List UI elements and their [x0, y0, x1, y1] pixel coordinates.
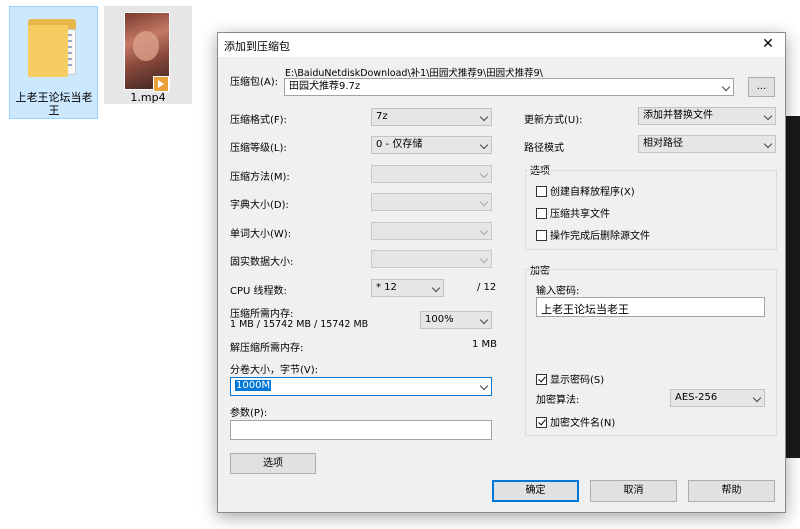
show-password-label: 显示密码(S) — [550, 375, 605, 386]
cpu-threads-max: / 12 — [477, 282, 497, 293]
params-input[interactable] — [230, 420, 492, 440]
encrypt-names-label: 加密文件名(N) — [550, 418, 616, 429]
background-window-edge — [786, 116, 800, 458]
add-to-archive-dialog: 添加到压缩包 ✕ 压缩包(A): E:\BaiduNetdiskDownload… — [217, 32, 786, 513]
password-input[interactable]: 上老王论坛当老王 — [536, 297, 765, 317]
shared-files-label: 压缩共享文件 — [550, 209, 610, 220]
level-label: 压缩等级(L): — [230, 143, 287, 154]
password-value: 上老王论坛当老王 — [541, 303, 629, 316]
title-bar[interactable]: 添加到压缩包 ✕ — [218, 33, 785, 57]
chevron-down-icon — [752, 393, 762, 403]
desktop-video-file[interactable]: 1.mp4 — [104, 6, 192, 104]
encrypt-names-checkbox[interactable]: 加密文件名(N) — [536, 414, 615, 429]
cpu-threads-value: * 12 — [376, 282, 397, 293]
path-mode-value: 相对路径 — [643, 138, 683, 149]
volume-value: 1000M — [235, 380, 272, 391]
decompress-memory-label: 解压缩所需内存: — [230, 343, 304, 354]
archive-label: 压缩包(A): — [230, 77, 279, 88]
solid-size-select[interactable] — [371, 250, 492, 268]
checkbox-box — [536, 417, 547, 428]
options-button[interactable]: 选项 — [230, 453, 316, 474]
show-password-checkbox[interactable]: 显示密码(S) — [536, 371, 604, 386]
algorithm-label: 加密算法: — [536, 395, 580, 406]
update-mode-select[interactable]: 添加并替换文件 — [638, 107, 776, 125]
sfx-checkbox[interactable]: 创建自释放程序(X) — [536, 183, 635, 198]
archive-path: E:\BaiduNetdiskDownload\补1\田园犬推荐9\田园犬推荐9… — [285, 68, 543, 79]
chevron-down-icon — [479, 315, 489, 325]
path-mode-label: 路径模式 — [524, 143, 564, 154]
ok-button[interactable]: 确定 — [492, 480, 579, 502]
browse-button[interactable]: ... — [748, 77, 775, 97]
format-value: 7z — [376, 111, 388, 122]
delete-after-label: 操作完成后删除源文件 — [550, 231, 650, 242]
method-select[interactable] — [371, 165, 492, 183]
dict-size-label: 字典大小(D): — [230, 200, 289, 211]
checkbox-box — [536, 208, 547, 219]
chevron-down-icon — [479, 254, 489, 264]
password-label: 输入密码: — [536, 286, 580, 297]
archive-name-value: 田园犬推荐9.7z — [289, 81, 361, 92]
path-mode-select[interactable]: 相对路径 — [638, 135, 776, 153]
desktop-video-label: 1.mp4 — [130, 91, 166, 104]
help-button[interactable]: 帮助 — [688, 480, 775, 502]
compress-memory-label: 压缩所需内存: — [230, 309, 294, 320]
chevron-down-icon — [479, 112, 489, 122]
word-size-label: 单词大小(W): — [230, 229, 292, 240]
params-label: 参数(P): — [230, 408, 268, 419]
chevron-down-icon — [479, 169, 489, 179]
format-label: 压缩格式(F): — [230, 115, 287, 126]
word-size-select[interactable] — [371, 222, 492, 240]
chevron-down-icon — [479, 381, 489, 391]
checkbox-box — [536, 230, 547, 241]
solid-size-label: 固实数据大小: — [230, 257, 294, 268]
folder-icon — [24, 15, 80, 81]
chevron-down-icon — [721, 82, 731, 92]
desktop-folder-label: 上老王论坛当老王 — [15, 91, 93, 117]
method-label: 压缩方法(M): — [230, 172, 290, 183]
play-badge-icon — [153, 76, 169, 92]
shared-files-checkbox[interactable]: 压缩共享文件 — [536, 205, 610, 220]
memory-percent-value: 100% — [425, 314, 454, 325]
dialog-title: 添加到压缩包 — [224, 40, 290, 53]
decompress-memory-value: 1 MB — [472, 339, 498, 350]
close-button[interactable]: ✕ — [751, 33, 785, 55]
cpu-threads-label: CPU 线程数: — [230, 286, 287, 297]
chevron-down-icon — [763, 111, 773, 121]
desktop-folder[interactable]: 上老王论坛当老王 — [9, 6, 98, 119]
cancel-button[interactable]: 取消 — [590, 480, 677, 502]
volume-label: 分卷大小，字节(V): — [230, 365, 319, 376]
chevron-down-icon — [479, 197, 489, 207]
memory-percent-select[interactable]: 100% — [420, 311, 492, 329]
delete-after-checkbox[interactable]: 操作完成后删除源文件 — [536, 227, 650, 242]
chevron-down-icon — [431, 283, 441, 293]
compress-memory-value: 1 MB / 15742 MB / 15742 MB — [230, 319, 369, 330]
cpu-threads-select[interactable]: * 12 — [371, 279, 444, 297]
update-mode-value: 添加并替换文件 — [643, 110, 713, 121]
chevron-down-icon — [479, 140, 489, 150]
dict-size-select[interactable] — [371, 193, 492, 211]
update-mode-label: 更新方式(U): — [524, 115, 583, 126]
level-select[interactable]: 0 - 仅存储 — [371, 136, 492, 154]
volume-combo[interactable]: 1000M — [230, 377, 492, 396]
sfx-label: 创建自释放程序(X) — [550, 187, 635, 198]
chevron-down-icon — [763, 139, 773, 149]
algorithm-select[interactable]: AES-256 — [670, 389, 765, 407]
archive-name-combo[interactable]: 田园犬推荐9.7z — [284, 78, 734, 96]
checkbox-box — [536, 186, 547, 197]
level-value: 0 - 仅存储 — [376, 139, 423, 150]
algorithm-value: AES-256 — [675, 392, 718, 403]
format-select[interactable]: 7z — [371, 108, 492, 126]
chevron-down-icon — [479, 226, 489, 236]
checkbox-box — [536, 374, 547, 385]
